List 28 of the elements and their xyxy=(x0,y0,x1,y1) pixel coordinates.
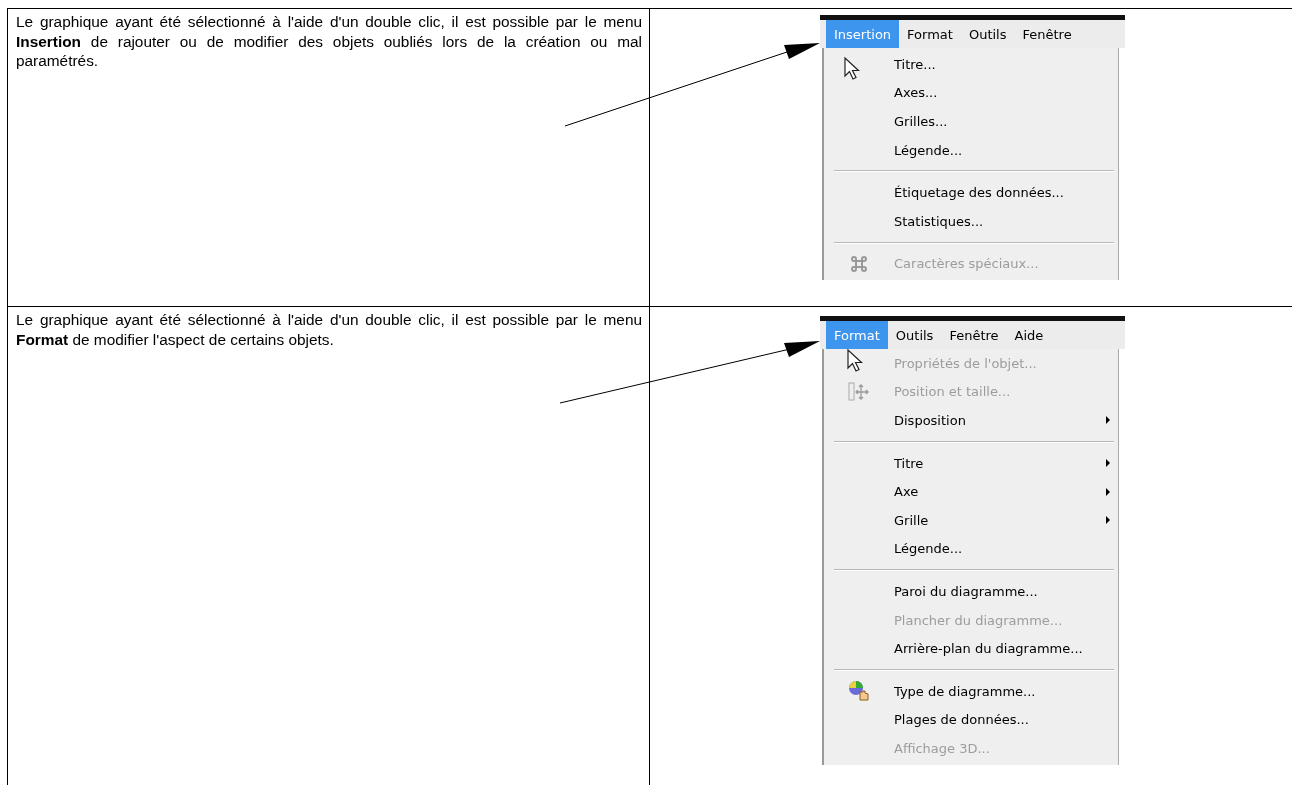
description-paragraph: Le graphique ayant été sélectionné à l'aide d'un double clic, il est possible par le menu Insertion de rajouter ou de modifier des objets oubliés lors de la création ou mal paramétrés. xyxy=(16,12,642,71)
pie-chart-hand-icon xyxy=(848,680,870,703)
menu-item[interactable]: Grilles... xyxy=(824,107,1118,136)
menu-item[interactable]: Titre... xyxy=(824,50,1118,79)
menu-bar-item[interactable]: Fenêtre xyxy=(1014,20,1080,48)
menu-bar-item[interactable]: Format xyxy=(899,20,961,48)
menu-item[interactable]: Statistiques... xyxy=(824,206,1118,236)
menu-item[interactable]: Type de diagramme... xyxy=(824,676,1118,706)
resize-arrows-icon xyxy=(848,381,870,402)
description-paragraph: Le graphique ayant été sélectionné à l'aide d'un double clic, il est possible par le menu Format de modifier l'aspect de certains objets. xyxy=(16,310,642,349)
menu-item[interactable]: Légende... xyxy=(824,534,1118,564)
menu-bar-item[interactable]: Outils xyxy=(960,20,1015,48)
menu-item[interactable]: Axe xyxy=(824,477,1118,506)
menu-item[interactable]: Plages de données... xyxy=(824,705,1118,735)
menu-item[interactable]: Paroi du diagramme... xyxy=(824,577,1118,606)
command-key-icon xyxy=(850,254,868,273)
menu-item[interactable]: Titre xyxy=(824,448,1118,478)
mouse-pointer-icon xyxy=(847,349,863,373)
menu-item[interactable]: Axes... xyxy=(824,78,1118,108)
menu-item[interactable]: Grille xyxy=(824,505,1118,535)
menu-bar-item[interactable]: Aide xyxy=(1006,321,1052,349)
mouse-pointer-icon xyxy=(844,57,860,81)
menu-item[interactable]: Disposition xyxy=(824,406,1118,435)
menu-item[interactable]: Arrière-plan du diagramme... xyxy=(824,634,1118,663)
menu-bar-item[interactable]: Fenêtre xyxy=(941,321,1007,349)
menu-bar-item[interactable]: Outils xyxy=(887,321,942,349)
menu-item[interactable]: Étiquetage des données... xyxy=(824,178,1118,207)
menu-item[interactable]: Légende... xyxy=(824,135,1118,165)
